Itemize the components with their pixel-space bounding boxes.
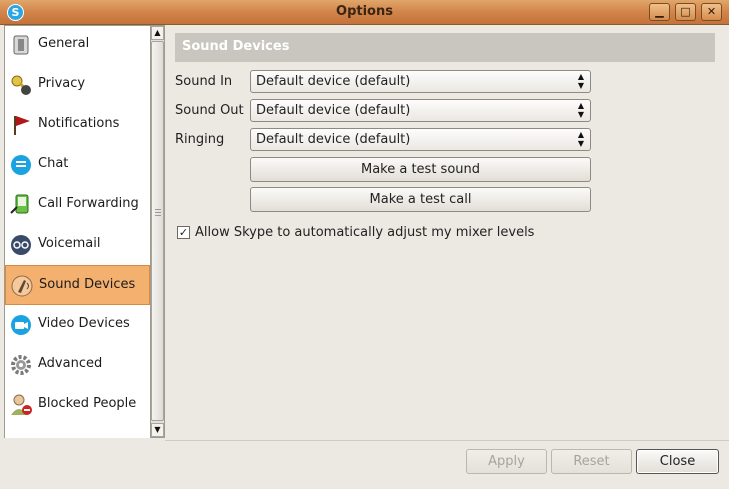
sidebar-item-partial[interactable]: [5, 425, 150, 438]
sound-devices-icon: [11, 275, 33, 297]
sidebar-item-voicemail[interactable]: Voicemail: [5, 225, 150, 265]
notifications-flag-icon: [14, 116, 30, 135]
advanced-gear-icon: [11, 355, 31, 375]
privacy-icon: [11, 75, 31, 95]
section-title: Sound Devices: [182, 39, 290, 54]
ringing-select[interactable]: Default device (default) ▲ ▼: [250, 128, 591, 151]
combo-arrows-icon: ▲ ▼: [577, 130, 584, 148]
sound-in-select[interactable]: Default device (default) ▲ ▼: [250, 70, 591, 93]
make-test-call-button[interactable]: Make a test call: [250, 187, 591, 212]
minimize-button[interactable]: ▁: [649, 3, 670, 21]
sidebar-item-label: Sound Devices: [39, 277, 136, 292]
sidebar-item-call-forwarding[interactable]: Call Forwarding: [5, 185, 150, 225]
voicemail-icon: [11, 235, 31, 255]
partial-item-icon: [9, 433, 33, 438]
sidebar-item-label: Chat: [38, 156, 69, 171]
video-devices-icon: [11, 315, 31, 335]
title-bar: S Options ▁ □ ✕: [0, 0, 729, 25]
sidebar-item-notifications[interactable]: Notifications: [5, 105, 150, 145]
options-sidebar: General Privacy Notifications Chat Call …: [4, 25, 150, 438]
section-header: Sound Devices: [175, 33, 715, 62]
sidebar-item-label: Video Devices: [38, 316, 130, 331]
combo-arrows-icon: ▲ ▼: [577, 72, 584, 90]
sidebar-item-label: General: [38, 36, 90, 51]
sound-out-label: Sound Out: [175, 103, 244, 118]
combo-arrows-icon: ▲ ▼: [577, 101, 584, 119]
close-window-button[interactable]: ✕: [701, 3, 722, 21]
maximize-button[interactable]: □: [675, 3, 696, 21]
scroll-up-arrow-icon[interactable]: ▲: [151, 26, 164, 40]
sidebar-item-label: Call Forwarding: [38, 196, 139, 211]
ringing-value: Default device (default): [256, 132, 411, 147]
ringing-label: Ringing: [175, 132, 225, 147]
sidebar-item-general[interactable]: General: [5, 26, 150, 65]
sidebar-item-label: Notifications: [38, 116, 120, 131]
close-button[interactable]: Close: [636, 449, 719, 474]
footer-separator: [165, 440, 729, 441]
sidebar-scrollbar[interactable]: ▲ ▼: [150, 25, 165, 438]
sidebar-item-label: Voicemail: [38, 236, 101, 251]
sound-in-label: Sound In: [175, 74, 233, 89]
auto-adjust-checkbox[interactable]: ✓: [177, 226, 190, 239]
sound-in-value: Default device (default): [256, 74, 411, 89]
reset-button[interactable]: Reset: [551, 449, 632, 474]
call-forwarding-icon: [10, 194, 29, 214]
make-test-sound-button[interactable]: Make a test sound: [250, 157, 591, 182]
chat-icon: [11, 155, 31, 175]
blocked-people-icon: [11, 394, 32, 415]
scrollbar-thumb[interactable]: [151, 41, 164, 421]
scroll-down-arrow-icon[interactable]: ▼: [151, 423, 164, 437]
auto-adjust-label[interactable]: Allow Skype to automatically adjust my m…: [195, 225, 534, 240]
sidebar-item-label: Blocked People: [38, 396, 137, 411]
sidebar-item-video-devices[interactable]: Video Devices: [5, 305, 150, 345]
sound-out-value: Default device (default): [256, 103, 411, 118]
apply-button[interactable]: Apply: [466, 449, 547, 474]
sound-out-select[interactable]: Default device (default) ▲ ▼: [250, 99, 591, 122]
sidebar-item-advanced[interactable]: Advanced: [5, 345, 150, 385]
sidebar-item-blocked-people[interactable]: Blocked People: [5, 385, 150, 425]
sidebar-item-privacy[interactable]: Privacy: [5, 65, 150, 105]
sidebar-item-sound-devices[interactable]: Sound Devices: [5, 265, 150, 305]
sidebar-item-chat[interactable]: Chat: [5, 145, 150, 185]
sidebar-item-label: Privacy: [38, 76, 86, 91]
sidebar-item-label: Advanced: [38, 356, 103, 371]
window-title: Options: [336, 4, 393, 19]
general-icon: [13, 35, 29, 55]
